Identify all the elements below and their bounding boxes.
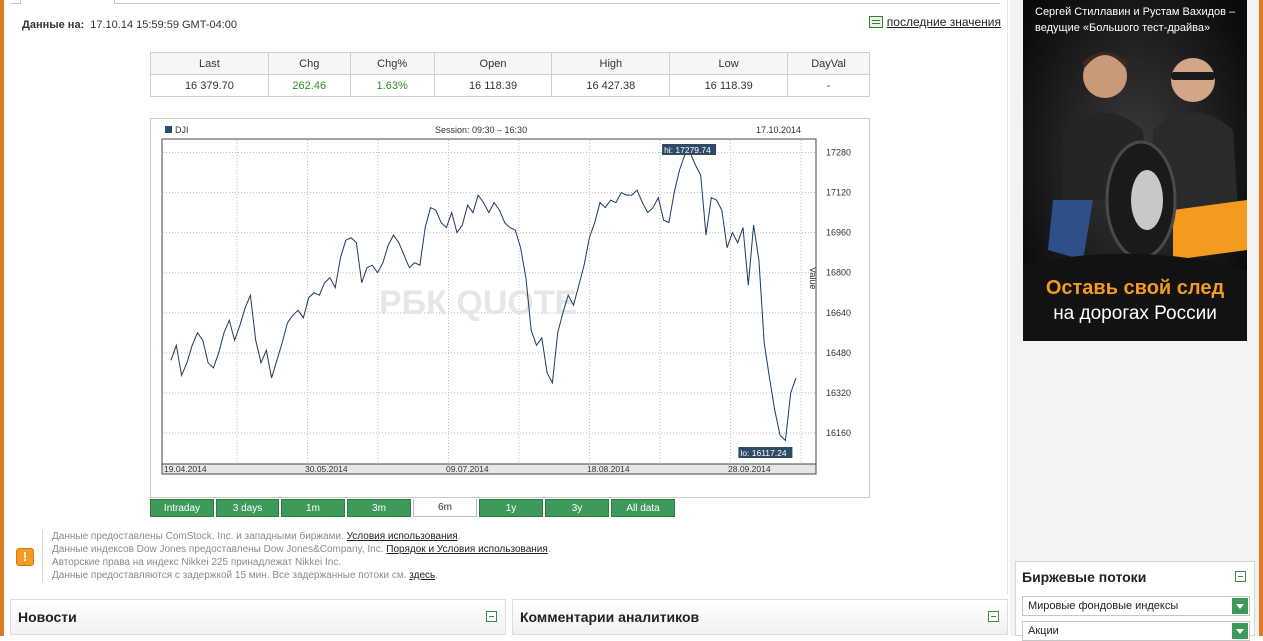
terms-link[interactable]: Условия использования [347,531,458,542]
lo-label: lo: 16117.24 [740,448,786,458]
news-panel-header: Новости [10,599,506,635]
legend-swatch [165,126,172,133]
ad-caption-line: ведущие «Большого тест-драйва» [1035,22,1211,34]
x-tick-label: 28.09.2014 [728,464,771,474]
chevron-down-icon[interactable] [1232,623,1248,639]
column-header: DayVal [787,52,870,75]
column-header: High [551,52,671,75]
x-axis-bar [161,463,817,475]
x-tick-label: 09.07.2014 [446,464,489,474]
change-value: 262.46 [267,74,351,97]
quote-table-header: Last Chg Chg% Open High Low DayVal [150,52,870,75]
x-tick-label: 30.05.2014 [305,464,348,474]
data-timestamp: Данные на: 17.10.14 15:59:59 GMT-04:00 [22,19,237,31]
timeframe-1m-button[interactable]: 1m [281,499,345,517]
y-tick-label: 17120 [826,188,851,198]
ad-caption: Сергей Стиллавин и Рустам Вахидов – веду… [1035,4,1235,36]
timeframe-all-button[interactable]: All data [611,499,675,517]
timeframe-1y-button[interactable]: 1y [479,499,543,517]
x-tick-label: 19.04.2014 [164,464,207,474]
date-label: Данные на: [22,19,85,31]
last-values-link[interactable]: последние значения [887,15,1001,29]
note-text: Данные индексов Dow Jones предоставлены … [52,544,384,555]
timeframe-3m-button[interactable]: 3m [347,499,411,517]
timeframe-bar: Intraday 3 days 1m 3m 6m 1y 3y All data [150,499,677,517]
y-tick-label: 16640 [826,308,851,318]
date-value: 17.10.14 15:59:59 GMT-04:00 [90,19,238,31]
ad-slogan-line: на дорогах России [1053,303,1217,324]
column-header: Chg [267,52,351,75]
analysts-panel-header: Комментарии аналитиков [512,599,1008,635]
chart-date: 17.10.2014 [756,125,801,135]
column-header: Open [433,52,553,75]
select-value: Акции [1028,625,1059,637]
timeframe-intraday-button[interactable]: Intraday [150,499,214,517]
y-axis-title: Value [808,267,818,289]
note-line: Данные предоставляются с задержкой 15 ми… [52,570,439,581]
y-tick-label: 16160 [826,428,851,438]
news-panel-title: Новости [18,609,77,625]
column-header: Low [669,52,789,75]
last-value: 16 379.70 [150,74,269,97]
exchange-feeds-panel: Биржевые потоки Мировые фондовые индексы… [1015,561,1255,641]
timeframe-3y-button[interactable]: 3y [545,499,609,517]
chart-svg: DJI Session: 09:30 – 16:30 17.10.2014 РБ… [161,125,851,475]
world-indices-select[interactable]: Мировые фондовые индексы [1022,596,1250,616]
table-row: 16 379.70 262.46 1.63% 16 118.39 16 427.… [150,74,870,97]
ad-slogan: Оставь свой след на дорогах России [1023,276,1247,326]
hi-label: hi: 17279.74 [664,145,711,155]
ad-caption-line: Сергей Стиллавин и Рустам Вахидов – [1035,6,1236,18]
select-value: Мировые фондовые индексы [1028,600,1179,612]
price-chart[interactable]: DJI Session: 09:30 – 16:30 17.10.2014 РБ… [150,118,870,498]
timeframe-6m-button[interactable]: 6m [413,499,477,517]
column-header: Last [150,52,269,75]
note-line: Данные индексов Dow Jones предоставлены … [52,544,551,555]
collapse-feeds-icon[interactable] [1235,571,1246,582]
stocks-select[interactable]: Акции [1022,621,1250,641]
chart-session: Session: 09:30 – 16:30 [435,125,527,135]
tab-strip [10,0,1000,4]
table-icon [868,16,883,28]
legend-label: DJI [175,125,189,135]
advertisement-banner[interactable]: Сергей Стиллавин и Рустам Вахидов – веду… [1023,0,1247,341]
note-text: Авторские права на индекс Nikkei 225 при… [52,557,342,568]
y-tick-label: 16960 [826,228,851,238]
analysts-panel-title: Комментарии аналитиков [520,609,700,625]
note-line: Данные предоставлены ComStock, Inc. и за… [52,531,461,542]
note-text: Данные предоставляются с задержкой 15 ми… [52,570,407,581]
low-value: 16 118.39 [669,74,789,97]
column-header: Chg% [349,52,435,75]
delayed-feeds-link[interactable]: здесь [409,570,435,581]
ad-slogan-line: Оставь свой след [1045,277,1225,299]
exchange-feeds-title: Биржевые потоки [1022,569,1147,585]
dowjones-terms-link[interactable]: Порядок и Условия использования [386,544,548,555]
high-value: 16 427.38 [551,74,671,97]
chart-watermark: РБК QUOTE [379,284,577,322]
dayval-value: - [787,74,870,97]
open-value: 16 118.39 [433,74,553,97]
timeframe-3days-button[interactable]: 3 days [216,499,279,517]
chevron-down-icon[interactable] [1232,598,1248,614]
collapse-news-icon[interactable] [486,611,497,622]
window-frame-right [1259,0,1263,636]
data-notes: Данные предоставлены ComStock, Inc. и за… [42,530,551,582]
last-values-link-group[interactable]: последние значения [868,15,1001,29]
y-tick-label: 16320 [826,388,851,398]
active-tab[interactable] [20,0,115,4]
note-text: Данные предоставлены ComStock, Inc. и за… [52,531,344,542]
quote-table: Last Chg Chg% Open High Low DayVal 16 37… [150,52,870,97]
warning-icon: ! [16,548,34,566]
change-percent-value: 1.63% [349,74,435,97]
y-tick-label: 17280 [826,148,851,158]
y-tick-label: 16800 [826,268,851,278]
window-frame-left [0,0,4,636]
x-tick-label: 18.08.2014 [587,464,630,474]
note-line: Авторские права на индекс Nikkei 225 при… [52,556,551,569]
collapse-analysts-icon[interactable] [988,611,999,622]
y-tick-label: 16480 [826,348,851,358]
